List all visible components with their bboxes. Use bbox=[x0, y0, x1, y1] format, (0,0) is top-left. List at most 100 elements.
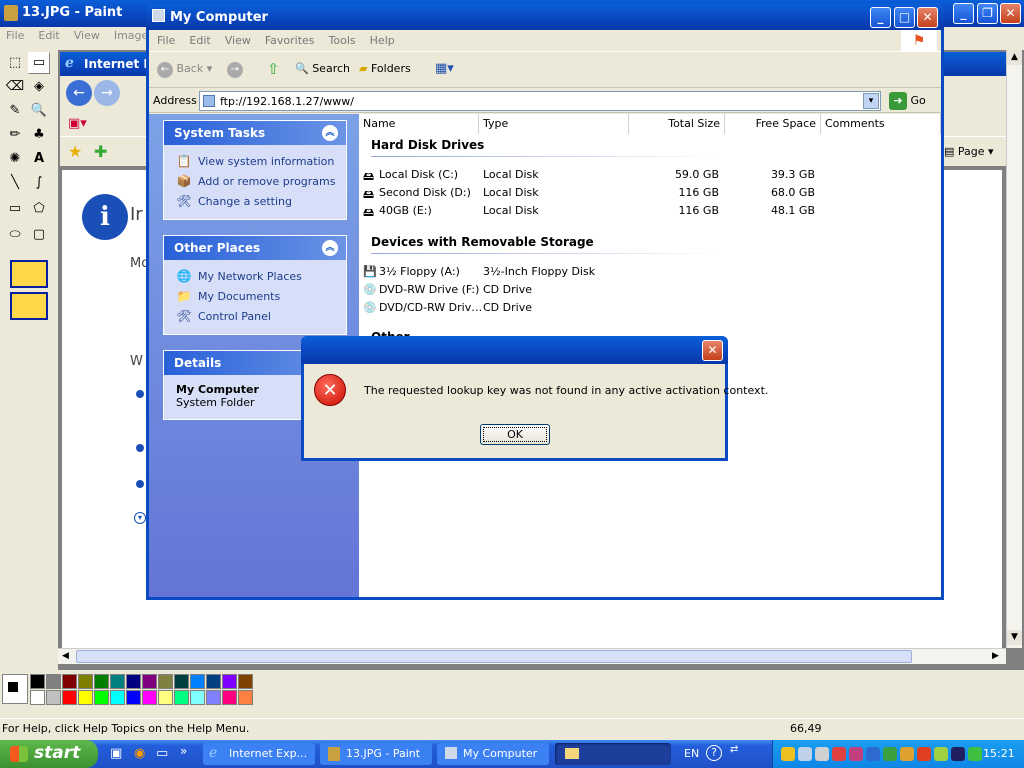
palette-swatch[interactable] bbox=[78, 690, 93, 705]
paint-menu-view[interactable]: View bbox=[74, 29, 100, 42]
free-select-icon[interactable]: ⬚ bbox=[4, 52, 26, 74]
line-icon[interactable]: ╲ bbox=[4, 172, 26, 194]
language-indicator[interactable]: EN bbox=[684, 747, 699, 760]
quicklaunch-console-icon[interactable]: ▭ bbox=[156, 746, 168, 761]
rounded-rect-icon[interactable]: ▢ bbox=[28, 224, 50, 246]
place-network[interactable]: 🌐 My Network Places bbox=[176, 266, 346, 286]
pencil-icon[interactable]: ✏ bbox=[4, 124, 26, 146]
palette-swatch[interactable] bbox=[222, 690, 237, 705]
tray-app-icon[interactable] bbox=[866, 747, 880, 761]
collapse-icon[interactable]: ︽ bbox=[322, 240, 338, 256]
back-button[interactable]: ← Back ▾ bbox=[157, 62, 212, 78]
system-tasks-header[interactable]: System Tasks ︽ bbox=[164, 121, 346, 145]
palette-swatch[interactable] bbox=[110, 690, 125, 705]
tray-app-icon[interactable] bbox=[968, 747, 982, 761]
views-icon[interactable]: ▦▾ bbox=[435, 61, 454, 76]
palette-swatch[interactable] bbox=[62, 690, 77, 705]
brush-icon[interactable]: ♣ bbox=[28, 124, 50, 146]
taskbar-button-folder[interactable] bbox=[555, 743, 671, 765]
menu-file[interactable]: File bbox=[157, 34, 175, 47]
paint-menu-file[interactable]: File bbox=[6, 29, 24, 42]
palette-swatch[interactable] bbox=[30, 690, 45, 705]
palette-swatch[interactable] bbox=[142, 674, 157, 689]
tray-app-icon[interactable] bbox=[900, 747, 914, 761]
color-picker-icon[interactable]: ✎ bbox=[4, 100, 26, 122]
palette-swatch[interactable] bbox=[94, 690, 109, 705]
airbrush-icon[interactable]: ✺ bbox=[4, 148, 26, 170]
forward-icon[interactable]: → bbox=[227, 62, 243, 78]
tray-app-icon[interactable] bbox=[917, 747, 931, 761]
explorer-minimize-button[interactable]: _ bbox=[870, 7, 891, 28]
help-icon[interactable]: ? bbox=[706, 745, 722, 761]
fill-icon[interactable]: ◈ bbox=[28, 76, 50, 98]
other-places-header[interactable]: Other Places ︽ bbox=[164, 236, 346, 260]
col-type[interactable]: Type bbox=[479, 114, 629, 134]
magnifier-icon[interactable]: 🔍 bbox=[28, 100, 50, 122]
menu-view[interactable]: View bbox=[225, 34, 251, 47]
start-button[interactable]: start bbox=[0, 740, 98, 768]
ellipse-icon[interactable]: ⬭ bbox=[4, 224, 26, 246]
up-folder-icon[interactable]: ⇧ bbox=[267, 60, 280, 78]
disconnected-icon[interactable] bbox=[832, 747, 846, 761]
list-item[interactable]: 🖴 Local Disk (C:) Local Disk 59.0 GB 39.… bbox=[359, 166, 939, 184]
folders-button[interactable]: ▰ Folders bbox=[359, 62, 411, 75]
ie-feed-icon[interactable]: ▣▾ bbox=[68, 116, 87, 131]
palette-swatch[interactable] bbox=[174, 690, 189, 705]
paint-menu-edit[interactable]: Edit bbox=[38, 29, 59, 42]
taskbar-button-mycomputer[interactable]: My Computer bbox=[437, 743, 549, 765]
rectangle-icon[interactable]: ▭ bbox=[4, 198, 26, 220]
scroll-thumb[interactable] bbox=[76, 650, 912, 663]
expand-arrow-icon[interactable]: ▾ bbox=[134, 512, 146, 524]
palette-swatch[interactable] bbox=[30, 674, 45, 689]
menu-help[interactable]: Help bbox=[370, 34, 395, 47]
explorer-titlebar[interactable]: My Computer bbox=[146, 4, 944, 30]
palette-swatch[interactable] bbox=[46, 690, 61, 705]
palette-swatch[interactable] bbox=[78, 674, 93, 689]
palette-swatch[interactable] bbox=[238, 674, 253, 689]
palette-swatch[interactable] bbox=[222, 674, 237, 689]
ie-vertical-scrollbar[interactable]: ▲ ▼ bbox=[1006, 50, 1022, 648]
scroll-down-icon[interactable]: ▼ bbox=[1007, 630, 1022, 645]
palette-swatch[interactable] bbox=[62, 674, 77, 689]
palette-swatch[interactable] bbox=[206, 674, 221, 689]
opaque-option-icon[interactable] bbox=[10, 292, 48, 320]
dialog-close-button[interactable]: ✕ bbox=[702, 340, 723, 361]
quicklaunch-firefox-icon[interactable]: ◉ bbox=[134, 746, 145, 761]
col-free-space[interactable]: Free Space bbox=[725, 114, 821, 134]
col-comments[interactable]: Comments bbox=[821, 114, 941, 134]
place-documents[interactable]: 📁 My Documents bbox=[176, 286, 346, 306]
taskbar-button-paint[interactable]: 13.JPG - Paint bbox=[320, 743, 432, 765]
tray-app-icon[interactable] bbox=[951, 747, 965, 761]
tray-app-icon[interactable] bbox=[934, 747, 948, 761]
menu-favorites[interactable]: Favorites bbox=[265, 34, 315, 47]
collapse-icon[interactable]: ︽ bbox=[322, 125, 338, 141]
add-favorite-icon[interactable]: ✚ bbox=[94, 142, 107, 161]
menu-tools[interactable]: Tools bbox=[329, 34, 356, 47]
task-add-remove-programs[interactable]: 📦 Add or remove programs bbox=[176, 171, 346, 191]
ie-horizontal-scrollbar[interactable]: ◀ ▶ bbox=[58, 648, 1006, 664]
paint-menu-image[interactable]: Image bbox=[114, 29, 148, 42]
list-item[interactable]: 🖴 40GB (E:) Local Disk 116 GB 48.1 GB bbox=[359, 202, 939, 220]
network-icon[interactable] bbox=[798, 747, 812, 761]
col-name[interactable]: Name bbox=[359, 114, 479, 134]
palette-swatch[interactable] bbox=[46, 674, 61, 689]
palette-swatch[interactable] bbox=[190, 690, 205, 705]
palette-swatch[interactable] bbox=[126, 690, 141, 705]
text-tool-icon[interactable]: A bbox=[28, 148, 50, 170]
search-button[interactable]: 🔍 Search bbox=[295, 62, 350, 75]
language-bar-icon[interactable]: ⇄ bbox=[730, 744, 738, 755]
task-change-setting[interactable]: 🛠 Change a setting bbox=[176, 191, 346, 211]
quicklaunch-desktop-icon[interactable]: ▣ bbox=[110, 746, 122, 761]
menu-edit[interactable]: Edit bbox=[189, 34, 210, 47]
tray-app-icon[interactable] bbox=[883, 747, 897, 761]
col-total-size[interactable]: Total Size bbox=[629, 114, 725, 134]
paint-minimize-button[interactable]: _ bbox=[953, 3, 974, 24]
task-view-system-info[interactable]: 📋 View system information bbox=[176, 151, 346, 171]
eraser-icon[interactable]: ⌫ bbox=[4, 76, 26, 98]
paint-maximize-button[interactable]: ❐ bbox=[977, 3, 998, 24]
explorer-close-button[interactable]: ✕ bbox=[917, 7, 938, 28]
palette-swatch[interactable] bbox=[158, 674, 173, 689]
address-dropdown-icon[interactable]: ▾ bbox=[863, 93, 879, 109]
palette-swatch[interactable] bbox=[94, 674, 109, 689]
palette-swatch[interactable] bbox=[142, 690, 157, 705]
